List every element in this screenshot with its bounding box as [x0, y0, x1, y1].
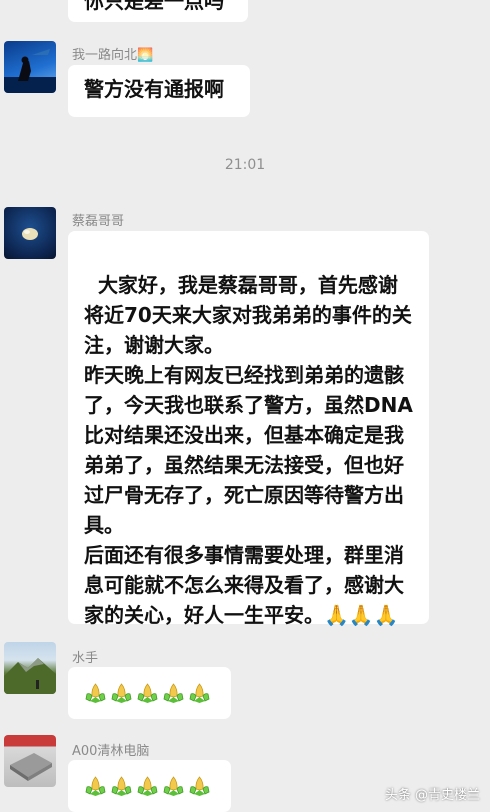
emoji-row	[84, 774, 215, 797]
watermark-text: 头条 @青史楼兰	[384, 788, 480, 803]
message-bubble-partial[interactable]: 你只是差一点吗	[68, 0, 248, 22]
hands-folded-emoji	[162, 774, 185, 797]
emoji-row	[84, 681, 215, 704]
hands-folded-emoji	[110, 681, 133, 704]
hands-folded-emoji	[84, 774, 107, 797]
hands-folded-emoji	[188, 681, 211, 704]
avatar-image	[4, 49, 56, 93]
hands-folded-emoji	[188, 774, 211, 797]
watermark: 头条 @青史楼兰	[385, 784, 480, 803]
chat-timestamp: 21:01	[224, 157, 266, 173]
message-bubble[interactable]: 警方没有通报啊	[68, 65, 250, 117]
sender-name: 水手	[72, 651, 99, 666]
avatar-image	[4, 658, 56, 694]
avatar-image	[22, 228, 38, 240]
hands-folded-emoji	[84, 681, 107, 704]
sender-name: 蔡磊哥哥	[72, 214, 125, 229]
message-bubble[interactable]	[68, 760, 231, 812]
message-bubble[interactable]	[68, 667, 231, 719]
hands-folded-emoji	[162, 681, 185, 704]
avatar[interactable]	[4, 642, 56, 694]
message-text: 你只是差一点吗	[84, 0, 224, 13]
message-text: 警方没有通报啊	[84, 77, 224, 101]
avatar[interactable]	[4, 735, 56, 787]
hands-folded-emoji	[110, 774, 133, 797]
avatar-image	[10, 753, 52, 781]
avatar[interactable]	[4, 207, 56, 259]
sender-name: A00清林电脑	[72, 744, 150, 759]
avatar[interactable]	[4, 41, 56, 93]
hands-folded-emoji	[136, 681, 159, 704]
message-text: 大家好，我是蔡磊哥哥，首先感谢将近70天来大家对我弟弟的事件的关注，谢谢大家。 …	[84, 273, 413, 627]
hands-folded-emoji	[136, 774, 159, 797]
sender-name: 我一路向北🌅	[72, 48, 154, 63]
message-bubble[interactable]: 大家好，我是蔡磊哥哥，首先感谢将近70天来大家对我弟弟的事件的关注，谢谢大家。 …	[68, 231, 429, 627]
